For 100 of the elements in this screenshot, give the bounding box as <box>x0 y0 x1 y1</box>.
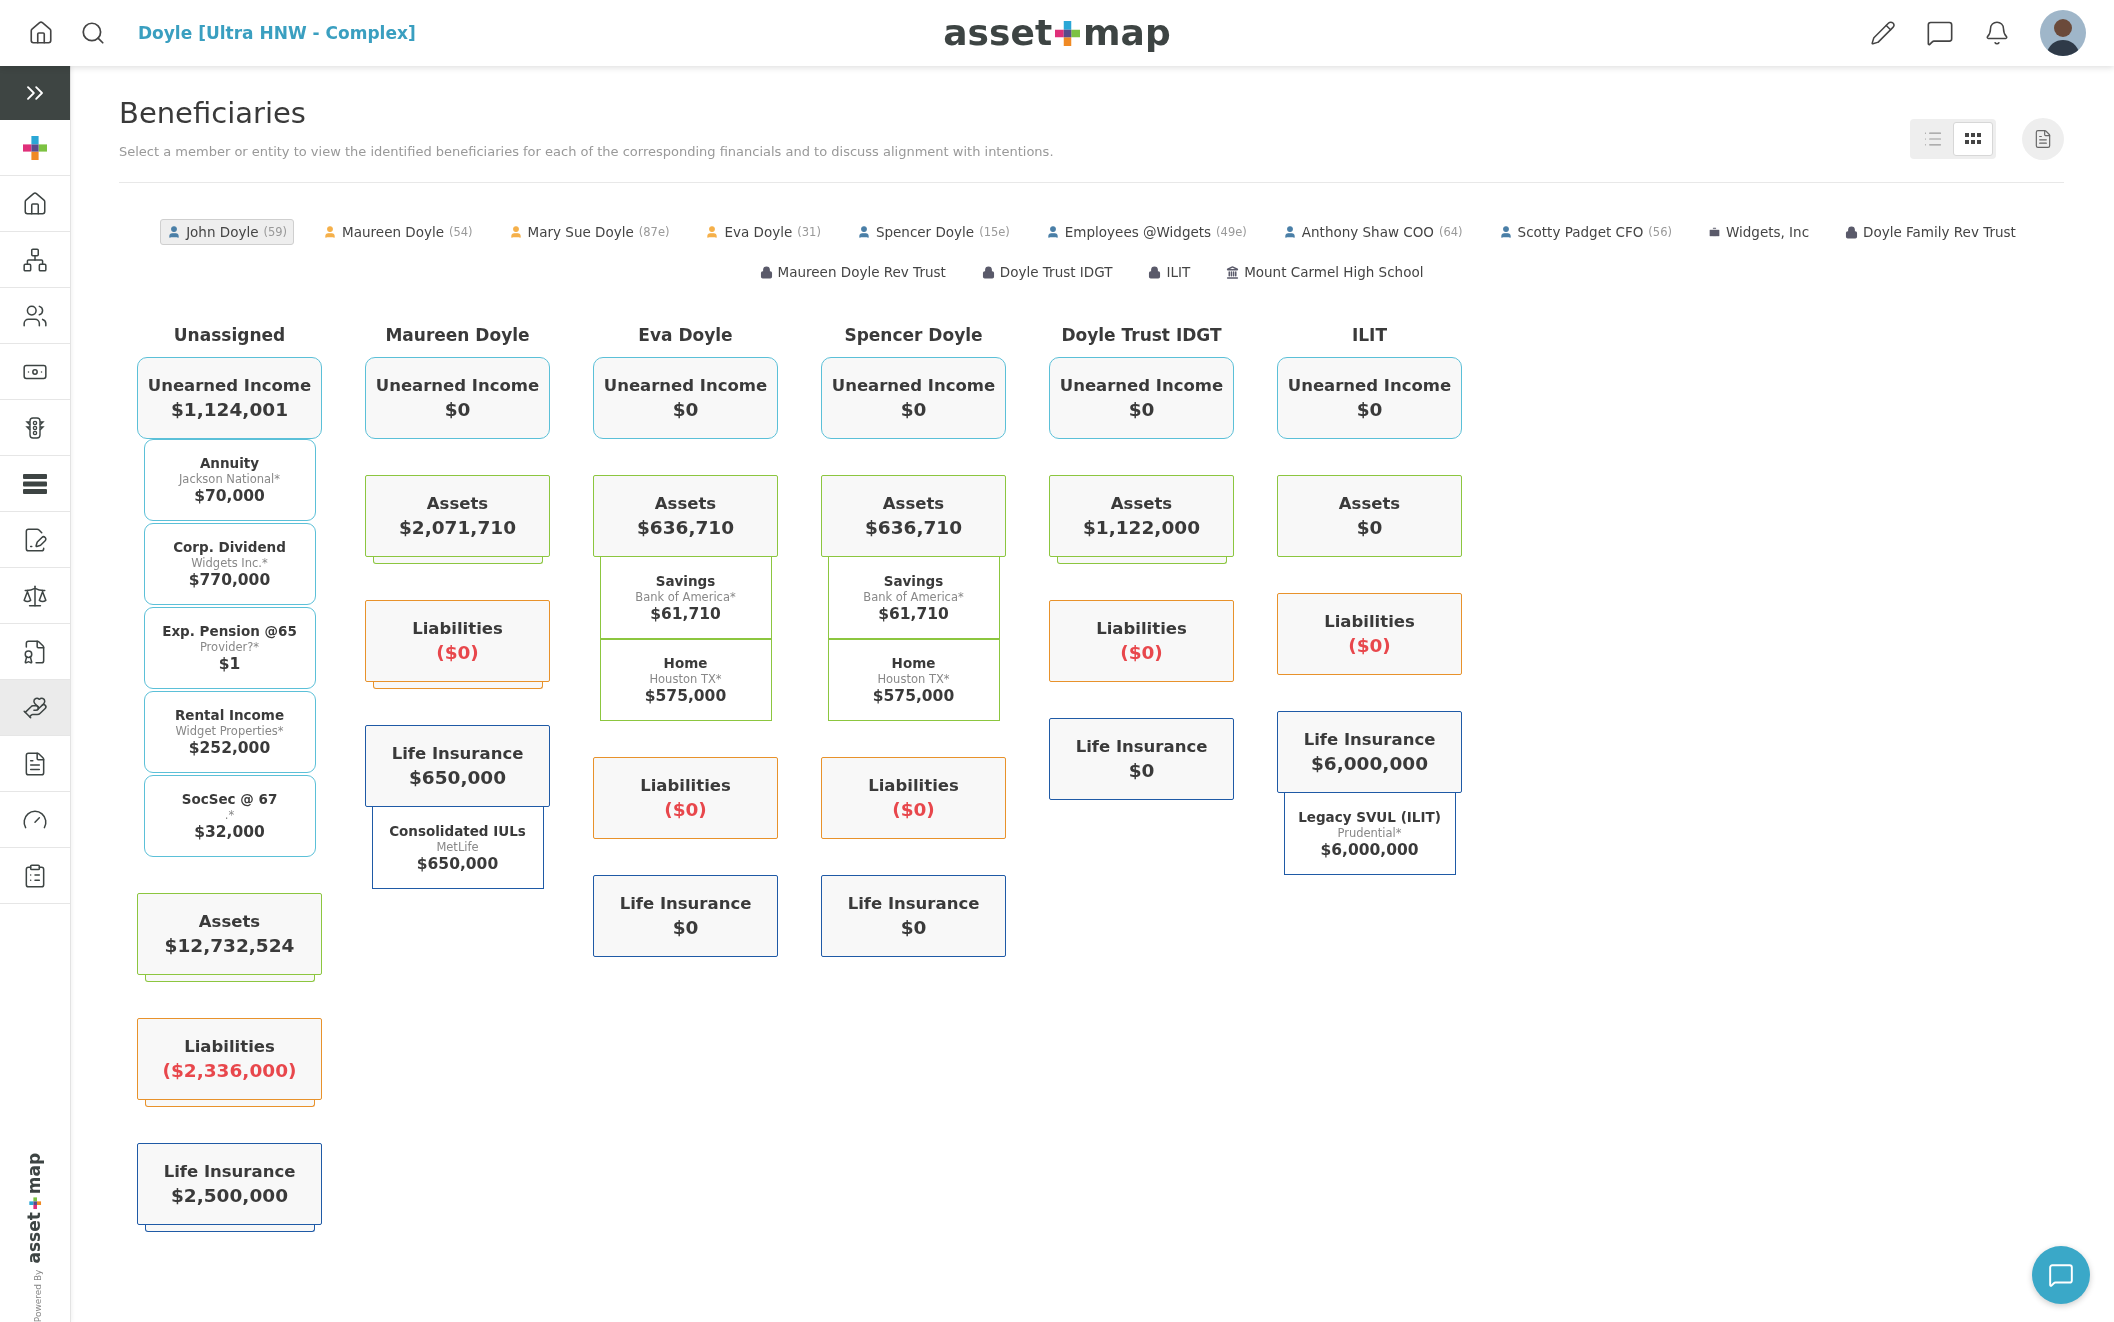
member-chip[interactable]: Spencer Doyle (15e) <box>849 219 1017 245</box>
income-card[interactable]: Unearned Income $0 <box>365 357 550 439</box>
home-icon[interactable] <box>28 20 54 46</box>
member-chip[interactable]: Eva Doyle (31) <box>698 219 828 245</box>
insurance-card[interactable]: Life Insurance $2,500,000 <box>137 1143 322 1225</box>
item-amount: $61,710 <box>650 604 721 623</box>
item-card[interactable]: Annuity Jackson National* $70,000 <box>143 439 316 521</box>
insurance-card[interactable]: Life Insurance $0 <box>593 875 778 957</box>
org-chart-icon <box>22 246 48 273</box>
liabilities-card[interactable]: Liabilities ($0) <box>821 757 1006 839</box>
insurance-card[interactable]: Life Insurance $6,000,000 <box>1277 711 1462 793</box>
assets-card[interactable]: Assets $0 <box>1277 475 1462 557</box>
item-card[interactable]: Savings Bank of America* $61,710 <box>599 557 772 639</box>
card-label: Unearned Income <box>1287 376 1452 395</box>
expand-button[interactable] <box>0 66 70 120</box>
chat-icon[interactable] <box>1926 19 1954 47</box>
member-chip[interactable]: Doyle Family Rev Trust <box>1838 219 2023 245</box>
sidebar-item[interactable] <box>0 400 70 456</box>
sidebar-logo-right: map <box>26 1152 44 1194</box>
page-subtitle: Select a member or entity to view the identified beneficiaries for each of the corresponding financials and to discuss alignment with intentions. <box>119 144 1054 159</box>
grid-view-button[interactable] <box>1953 122 1993 156</box>
card-amount: $636,710 <box>864 517 963 538</box>
liabilities-card[interactable]: Liabilities ($0) <box>365 600 550 682</box>
item-provider: Houston TX* <box>877 672 950 686</box>
column-header: Eva Doyle <box>638 325 733 345</box>
item-card[interactable]: Legacy SVUL (ILIT) Prudential* $6,000,000 <box>1283 793 1456 875</box>
member-chip[interactable]: ILIT <box>1141 259 1198 285</box>
assets-card[interactable]: Assets $12,732,524 <box>137 893 322 975</box>
assets-card[interactable]: Assets $2,071,710 <box>365 475 550 557</box>
item-provider: .* <box>224 808 235 822</box>
member-chip[interactable]: Scotty Padget CFO (56) <box>1491 219 1679 245</box>
liabilities-card[interactable]: Liabilities ($0) <box>1277 593 1462 675</box>
avatar[interactable] <box>2040 10 2086 56</box>
item-card[interactable]: Consolidated IULs MetLife $650,000 <box>371 807 544 889</box>
sidebar-item[interactable] <box>0 288 70 344</box>
column-header: Doyle Trust IDGT <box>1061 325 1222 345</box>
insurance-card[interactable]: Life Insurance $0 <box>1049 718 1234 800</box>
assets-card[interactable]: Assets $636,710 <box>821 475 1006 557</box>
card-label: Life Insurance <box>1303 730 1436 749</box>
card-label: Unearned Income <box>375 376 540 395</box>
item-card[interactable]: Savings Bank of America* $61,710 <box>827 557 1000 639</box>
pdf-button[interactable] <box>2022 118 2064 160</box>
item-provider: Bank of America* <box>863 589 964 604</box>
member-chip[interactable]: Widgets, Inc <box>1700 219 1817 245</box>
sidebar-item[interactable] <box>0 624 70 680</box>
member-name: Maureen Doyle <box>342 224 444 240</box>
item-card[interactable]: Exp. Pension @65 Provider?* $1 <box>143 607 316 689</box>
card-label: Assets <box>1110 494 1173 513</box>
chat-button[interactable] <box>2032 1246 2090 1304</box>
assets-card[interactable]: Assets $636,710 <box>593 475 778 557</box>
sidebar-item[interactable] <box>0 736 70 792</box>
income-card[interactable]: Unearned Income $1,124,001 <box>137 357 322 439</box>
sidebar-item[interactable] <box>0 176 70 232</box>
insurance-card[interactable]: Life Insurance $650,000 <box>365 725 550 807</box>
income-card[interactable]: Unearned Income $0 <box>1277 357 1462 439</box>
member-chip[interactable]: John Doyle (59) <box>160 219 295 245</box>
member-chip[interactable]: Employees @Widgets (49e) <box>1038 219 1254 245</box>
member-chip[interactable]: Anthony Shaw COO (64) <box>1275 219 1470 245</box>
item-amount: $252,000 <box>188 739 271 757</box>
liabilities-card[interactable]: Liabilities ($2,336,000) <box>137 1018 322 1100</box>
sidebar-item[interactable] <box>0 848 70 904</box>
pencil-icon[interactable] <box>1870 20 1896 46</box>
member-chip[interactable]: Mount Carmel High School <box>1219 259 1431 285</box>
sidebar-item[interactable] <box>0 344 70 400</box>
pdf-icon <box>2033 129 2053 149</box>
income-card[interactable]: Unearned Income $0 <box>1049 357 1234 439</box>
sidebar-item[interactable] <box>0 680 70 736</box>
liabilities-card[interactable]: Liabilities ($0) <box>593 757 778 839</box>
member-chip[interactable]: Maureen Doyle (54) <box>316 219 480 245</box>
item-amount: $32,000 <box>194 823 265 841</box>
card-amount: $0 <box>1356 517 1383 538</box>
insurance-card[interactable]: Life Insurance $0 <box>821 875 1006 957</box>
item-card[interactable]: Rental Income Widget Properties* $252,000 <box>143 691 316 773</box>
member-age: (54) <box>449 225 473 239</box>
liabilities-card[interactable]: Liabilities ($0) <box>1049 600 1234 682</box>
member-chip[interactable]: Maureen Doyle Rev Trust <box>752 259 953 285</box>
item-provider: Widgets Inc.* <box>191 556 268 570</box>
item-card[interactable]: Home Houston TX* $575,000 <box>599 639 772 721</box>
item-name: Legacy SVUL (ILIT) <box>1298 808 1441 825</box>
card-amount: ($0) <box>664 799 707 820</box>
sidebar-item[interactable] <box>0 456 70 512</box>
home-icon <box>22 190 48 217</box>
plus-logo-icon <box>23 135 47 160</box>
assets-card[interactable]: Assets $1,122,000 <box>1049 475 1234 557</box>
card-amount: $0 <box>672 917 699 938</box>
sidebar-item[interactable] <box>0 568 70 624</box>
member-chip[interactable]: Doyle Trust IDGT <box>974 259 1120 285</box>
income-card[interactable]: Unearned Income $0 <box>593 357 778 439</box>
item-card[interactable]: Corp. Dividend Widgets Inc.* $770,000 <box>143 523 316 605</box>
search-icon[interactable] <box>80 20 106 46</box>
member-chip[interactable]: Mary Sue Doyle (87e) <box>501 219 677 245</box>
bell-icon[interactable] <box>1984 20 2010 46</box>
item-card[interactable]: Home Houston TX* $575,000 <box>827 639 1000 721</box>
item-card[interactable]: SocSec @ 67 .* $32,000 <box>143 775 316 857</box>
income-card[interactable]: Unearned Income $0 <box>821 357 1006 439</box>
item-amount: $61,710 <box>878 604 949 623</box>
sidebar-item[interactable] <box>0 512 70 568</box>
sidebar-item[interactable] <box>0 232 70 288</box>
member-name: Doyle Family Rev Trust <box>1863 224 2016 240</box>
card-label: Assets <box>198 912 261 931</box>
